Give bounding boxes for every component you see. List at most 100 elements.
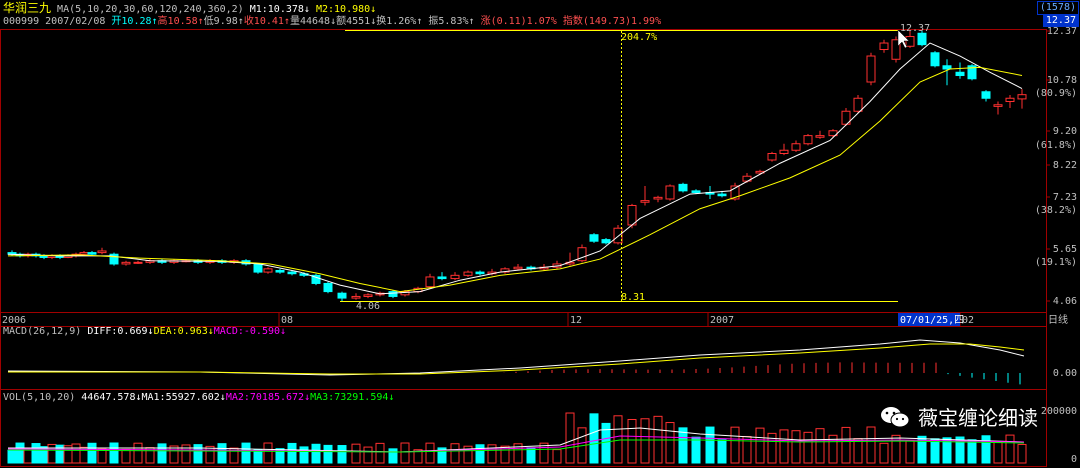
price-tick-label: 10.78 — [1047, 75, 1077, 86]
index-prefix: 指数 — [562, 16, 583, 27]
quote-date: 2007/02/08 — [45, 16, 106, 27]
candle-body — [513, 266, 523, 270]
volume-bar — [311, 443, 321, 464]
macd-header: MACD(26,12,9) DIFF:0.669↓DEA:0.963↓MACD:… — [3, 326, 287, 337]
vol-title: VOL(5,10,20) — [3, 392, 76, 403]
candle-body — [653, 196, 663, 200]
volume-bar — [263, 442, 273, 464]
measure-price-label: 8.31 — [621, 292, 645, 303]
volume-bar — [157, 443, 167, 464]
vol-axis-top: 200000 — [1041, 406, 1077, 417]
volume-bar — [565, 412, 575, 464]
volume-bar — [853, 438, 863, 464]
candle-body — [263, 268, 273, 273]
volume-bar — [71, 443, 81, 464]
volume-bar — [253, 449, 263, 464]
volume-bar — [815, 428, 825, 464]
code-box[interactable]: (1578) — [1036, 1, 1079, 15]
candle-body — [287, 271, 297, 275]
price-pct-label: (80.9%) — [1035, 88, 1077, 99]
volume-bar — [678, 427, 688, 464]
candle-body — [955, 71, 965, 77]
time-tick-label: 2006 — [2, 315, 26, 326]
volume-bar — [7, 449, 17, 464]
candle-body — [1017, 94, 1027, 100]
candle-body — [627, 204, 637, 226]
cursor-date-label: 07/01/25,四 — [900, 315, 964, 326]
volume-bar — [87, 442, 97, 464]
candle-body — [981, 91, 991, 99]
volume-bar — [450, 443, 460, 464]
price-panel-frame — [0, 29, 1047, 313]
vol-ma2: MA2:70185.672 — [225, 392, 305, 403]
candle-body — [133, 261, 143, 264]
volume-bar — [169, 445, 179, 464]
high-price-label: 12.37 — [900, 23, 930, 34]
open-label: 开10.28 — [111, 16, 152, 27]
volume-bar — [866, 426, 876, 464]
volume-bar — [803, 431, 813, 464]
macd-value: MACD:-0.590 — [213, 326, 281, 337]
amplitude-label: 振5.83% — [428, 16, 469, 27]
volume-bar — [15, 442, 25, 464]
candle-body — [791, 143, 801, 151]
candle-body — [678, 183, 688, 192]
candle-body — [905, 36, 915, 47]
volume-bar — [627, 418, 637, 464]
volume-bar — [691, 436, 701, 464]
volume-bar — [967, 439, 977, 464]
candle-body — [853, 97, 863, 112]
volume-bar — [287, 442, 297, 464]
volume-label: 量44648 — [289, 16, 331, 27]
candle-body — [691, 190, 701, 193]
m1-label: M1:10.378 — [249, 4, 304, 15]
price-tick-label: 9.20 — [1053, 126, 1077, 137]
candle-body — [388, 291, 398, 297]
index-value: (149.73)1.99% — [582, 16, 662, 27]
volume-bar — [475, 444, 485, 464]
volume-bar — [1017, 443, 1027, 464]
watermark: 薇宝缠论细读 — [880, 402, 1038, 431]
candle-body — [337, 292, 347, 299]
volume-bar — [323, 444, 333, 464]
volume-bar — [217, 443, 227, 464]
period-label: 日线 — [1048, 313, 1068, 326]
volume-bar — [205, 445, 215, 464]
quote-header: 000999 2007/02/08 开10.28↑高10.58↑低9.98↑收1… — [3, 16, 662, 27]
vol-value: 44647.578 — [81, 392, 136, 403]
price-pct-label: (19.1%) — [1035, 257, 1077, 268]
candle-body — [463, 271, 473, 276]
change-prefix: 涨 — [480, 16, 491, 27]
volume-bar — [993, 441, 1003, 464]
vol-axis-bottom: 0 — [1071, 454, 1077, 465]
range-pct-label: 204.7% — [621, 32, 657, 43]
stock-code: 000999 — [3, 16, 40, 27]
candle-body — [917, 32, 927, 46]
volume-bar — [1005, 434, 1015, 464]
macd-title: MACD(26,12,9) — [3, 326, 82, 337]
candle-body — [87, 252, 97, 255]
volume-bar — [363, 446, 373, 464]
time-tick-label: 2007 — [710, 315, 734, 326]
time-axis-frame — [0, 312, 1047, 327]
ma-label: MA(5,10,20,30,60,120,240,360,2) — [57, 4, 244, 15]
wechat-icon — [881, 406, 910, 427]
volume-bar — [109, 442, 119, 464]
volume-bar — [981, 435, 991, 464]
volume-bar — [589, 413, 599, 464]
candle-body — [930, 52, 940, 67]
macd-dea: DEA:0.963 — [153, 326, 208, 337]
low-label: 低9.98 — [203, 16, 238, 27]
volume-bar — [640, 418, 650, 464]
candle-body — [475, 271, 485, 275]
candle-body — [613, 227, 623, 244]
volume-bar — [121, 448, 131, 464]
price-tick-label: 4.06 — [1053, 296, 1077, 307]
volume-bar — [133, 442, 143, 464]
volume-bar — [841, 426, 851, 464]
volume-bar — [717, 439, 727, 464]
volume-bar — [351, 443, 361, 464]
volume-bar — [665, 422, 675, 464]
volume-bar — [193, 444, 203, 464]
m2-label: M2:10.980 — [315, 4, 371, 15]
